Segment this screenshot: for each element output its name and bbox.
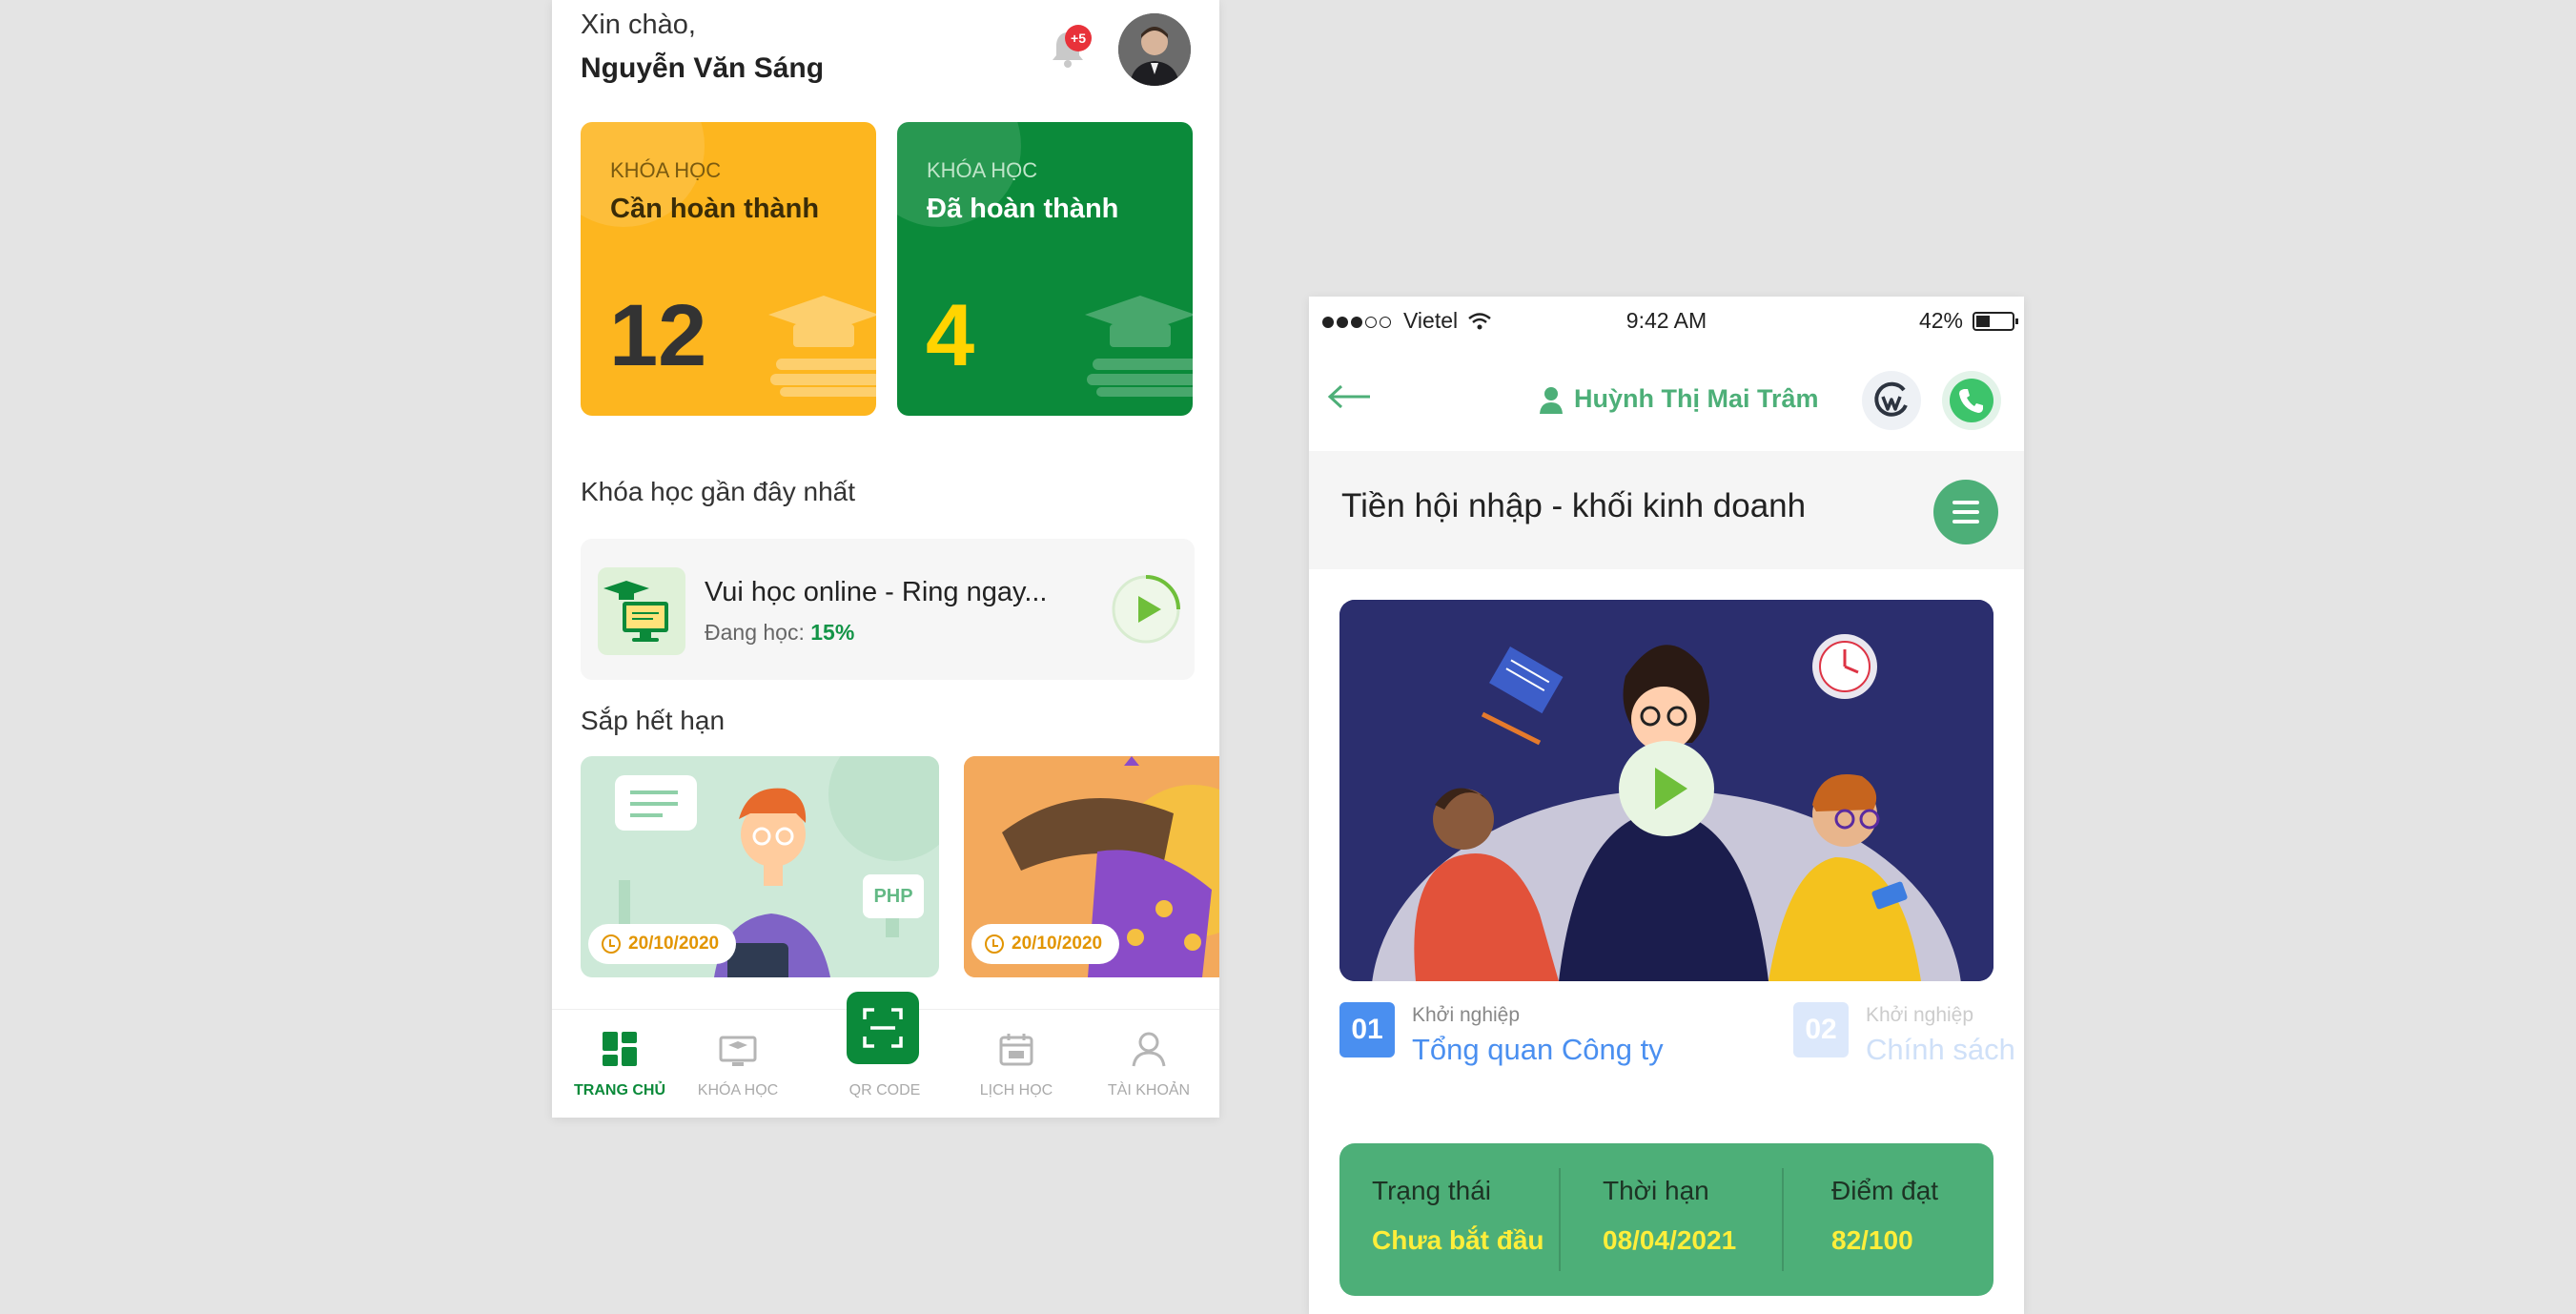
due-date: 20/10/2020	[1012, 934, 1103, 954]
lesson-title: Chính sách	[1866, 1033, 2015, 1066]
status-column: Trạng thái Chưa bắt đầu	[1372, 1176, 1544, 1256]
tab-label: KHÓA HỌC	[697, 1082, 779, 1098]
lesson-number: 01	[1339, 1002, 1395, 1057]
status-value: Chưa bắt đầu	[1372, 1225, 1544, 1255]
instructor-label: Huỳnh Thị Mai Trâm	[1574, 384, 1819, 413]
stat-label: Đã hoàn thành	[927, 194, 1119, 224]
lesson-item[interactable]: 02 Khởi nghiệp Chính sách	[1793, 1002, 2015, 1067]
battery-info: 42%	[1918, 308, 2018, 334]
recent-heading: Khóa học gần đây nhất	[581, 477, 856, 506]
avatar[interactable]	[1118, 13, 1191, 86]
stat-count: 12	[609, 287, 707, 384]
due-date-pill: 20/10/2020	[971, 924, 1120, 964]
menu-button[interactable]	[1933, 480, 1998, 544]
stat-label: Cần hoàn thành	[610, 194, 820, 224]
clock-icon	[602, 934, 621, 954]
expiring-course-card[interactable]: PHP 20/10/2020	[581, 756, 939, 977]
deadline-label: Thời hạn	[1603, 1176, 1709, 1205]
due-date-pill: 20/10/2020	[588, 924, 737, 964]
course-status-panel: Trạng thái Chưa bắt đầu Thời hạn 08/04/2…	[1339, 1143, 1993, 1296]
tab-label: LỊCH HỌC	[979, 1082, 1053, 1098]
graduation-books-icon	[768, 296, 876, 397]
online-class-icon	[598, 567, 685, 655]
back-arrow-icon[interactable]	[1326, 382, 1374, 411]
expiring-course-card[interactable]: 20/10/2020	[964, 756, 1219, 977]
user-name: Nguyễn Văn Sáng	[581, 52, 825, 84]
phone-icon	[1950, 379, 1993, 422]
due-date: 20/10/2020	[628, 934, 720, 954]
course-title: Tiền hội nhập - khối kinh doanh	[1341, 487, 1807, 524]
progress-value: 15%	[810, 620, 855, 645]
deadline-column: Thời hạn 08/04/2021	[1603, 1176, 1736, 1256]
instructor-name[interactable]: Huỳnh Thị Mai Trâm	[1538, 384, 1819, 414]
greeting-text: Xin chào,	[581, 10, 696, 40]
menu-icon	[1952, 501, 1979, 504]
video-player[interactable]	[1339, 600, 1993, 981]
lesson-category: Khởi nghiệp	[1866, 1004, 1974, 1026]
nav-header: Huỳnh Thị Mai Trâm	[1309, 352, 2024, 447]
play-icon[interactable]	[1619, 741, 1714, 836]
lesson-title: Tổng quan Công ty	[1412, 1033, 1664, 1066]
user-icon	[1132, 1032, 1166, 1067]
recent-course-progress: Đang học: 15%	[705, 620, 854, 646]
workplace-button[interactable]	[1862, 371, 1921, 430]
person-icon	[1540, 386, 1563, 414]
tab-label: TRANG CHỦ	[574, 1082, 665, 1098]
qr-scan-button[interactable]	[847, 992, 919, 1064]
battery-icon	[1973, 311, 2018, 331]
recent-course-title: Vui học online - Ring ngay...	[705, 577, 1048, 607]
battery-percent: 42%	[1918, 308, 1963, 333]
status-bar: Vietel 9:42 AM 42%	[1309, 297, 2024, 344]
stat-count: 4	[926, 287, 975, 384]
clock-icon	[985, 934, 1004, 954]
call-button[interactable]	[1942, 371, 2001, 430]
qr-scan-icon	[863, 1008, 903, 1048]
lesson-item[interactable]: 01 Khởi nghiệp Tổng quan Công ty	[1339, 1002, 1664, 1067]
calendar-icon	[999, 1034, 1033, 1066]
dashboard-icon	[603, 1032, 637, 1066]
course-icon	[719, 1036, 757, 1066]
course-header: Tiền hội nhập - khối kinh doanh	[1309, 451, 2024, 569]
progress-label: Đang học:	[705, 620, 805, 645]
score-column: Điểm đạt 82/100	[1831, 1176, 1938, 1256]
divider	[1559, 1168, 1561, 1271]
deadline-value: 08/04/2021	[1603, 1225, 1737, 1255]
course-detail-screen: Vietel 9:42 AM 42% Huỳnh Thị Mai Trâm Ti…	[1309, 297, 2024, 1314]
tab-schedule[interactable]: LỊCH HỌC	[959, 1027, 1073, 1099]
divider	[1782, 1168, 1784, 1271]
stat-caption: KHÓA HỌC	[610, 158, 722, 182]
graduation-books-icon	[1085, 296, 1193, 397]
tab-courses[interactable]: KHÓA HỌC	[681, 1027, 795, 1099]
status-time: 9:42 AM	[1625, 308, 1707, 333]
tab-label: QR CODE	[848, 1082, 921, 1098]
recent-course-card[interactable]: Vui học online - Ring ngay... Đang học: …	[581, 539, 1195, 680]
score-value: 82/100	[1831, 1225, 1913, 1255]
stat-card-to-complete[interactable]: KHÓA HỌC Cần hoàn thành 12	[581, 122, 876, 416]
home-screen: Xin chào, Nguyễn Văn Sáng +5 KHÓA HỌC Cầ…	[552, 0, 1219, 1118]
lesson-category: Khởi nghiệp	[1412, 1004, 1521, 1026]
lesson-number: 02	[1793, 1002, 1849, 1057]
expiring-heading: Sắp hết hạn	[581, 706, 726, 735]
tab-account[interactable]: TÀI KHOẢN	[1092, 1027, 1206, 1099]
tab-home[interactable]: TRANG CHỦ	[562, 1027, 677, 1099]
workplace-icon	[1874, 381, 1908, 417]
tab-label: TÀI KHOẢN	[1107, 1082, 1191, 1098]
play-progress-button[interactable]	[1110, 573, 1182, 646]
php-tag: PHP	[863, 874, 924, 918]
stat-card-completed[interactable]: KHÓA HỌC Đã hoàn thành 4	[897, 122, 1193, 416]
stat-caption: KHÓA HỌC	[927, 158, 1038, 182]
score-label: Điểm đạt	[1831, 1176, 1939, 1205]
notification-badge: +5	[1065, 25, 1092, 51]
status-label: Trạng thái	[1372, 1176, 1492, 1205]
